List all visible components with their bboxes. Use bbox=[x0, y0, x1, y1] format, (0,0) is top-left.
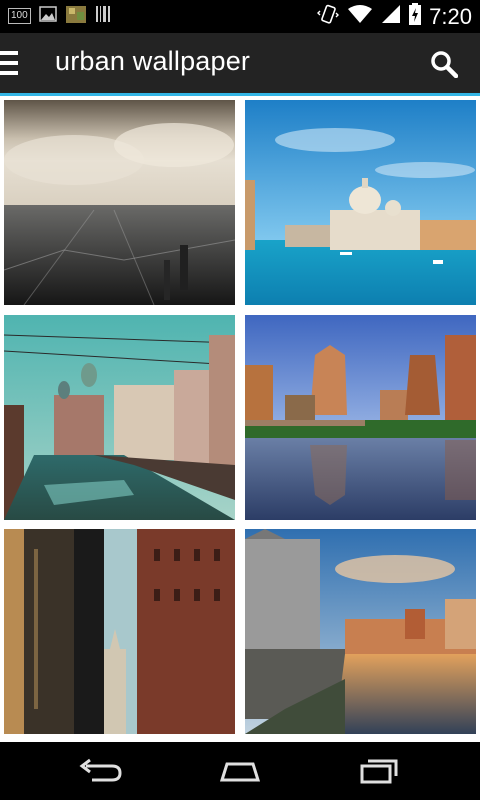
notification-icons: 100 bbox=[8, 5, 111, 27]
wifi-icon bbox=[347, 4, 373, 29]
drawer-menu-icon[interactable] bbox=[0, 51, 18, 75]
battery-percent-notification-icon: 100 bbox=[8, 8, 31, 24]
wallpaper-thumbnail-tall-buildings-looking-up[interactable] bbox=[4, 529, 235, 734]
clock: 7:20 bbox=[429, 3, 472, 29]
signal-icon bbox=[381, 4, 401, 29]
action-bar: urban wallpaper bbox=[0, 33, 480, 96]
system-icons: 7:20 bbox=[317, 0, 472, 33]
wallpaper-grid bbox=[0, 96, 480, 742]
vibrate-icon bbox=[317, 3, 340, 30]
back-button-icon[interactable] bbox=[78, 756, 122, 786]
battery-charging-icon bbox=[409, 3, 422, 30]
wallpaper-thumbnail-canal-houses-sunset[interactable] bbox=[245, 529, 476, 734]
image-notification-icon bbox=[38, 5, 57, 27]
recent-apps-button-icon[interactable] bbox=[358, 756, 402, 786]
wallpaper-thumbnail-st-petersburg-canal[interactable] bbox=[4, 315, 235, 520]
search-icon[interactable] bbox=[430, 50, 459, 79]
home-button-icon[interactable] bbox=[218, 756, 262, 786]
navigation-bar bbox=[0, 742, 480, 800]
wallpaper-thumbnail-austin-skyline-reflection[interactable] bbox=[245, 315, 476, 520]
app-notification-icon bbox=[65, 3, 87, 30]
barcode-notification-icon bbox=[95, 5, 111, 28]
page-title: urban wallpaper bbox=[55, 46, 251, 76]
wallpaper-thumbnail-city-skyline-sepia[interactable] bbox=[4, 100, 235, 305]
status-bar: 100 7:20 bbox=[0, 0, 480, 33]
wallpaper-thumbnail-venice-grand-canal[interactable] bbox=[245, 100, 476, 305]
